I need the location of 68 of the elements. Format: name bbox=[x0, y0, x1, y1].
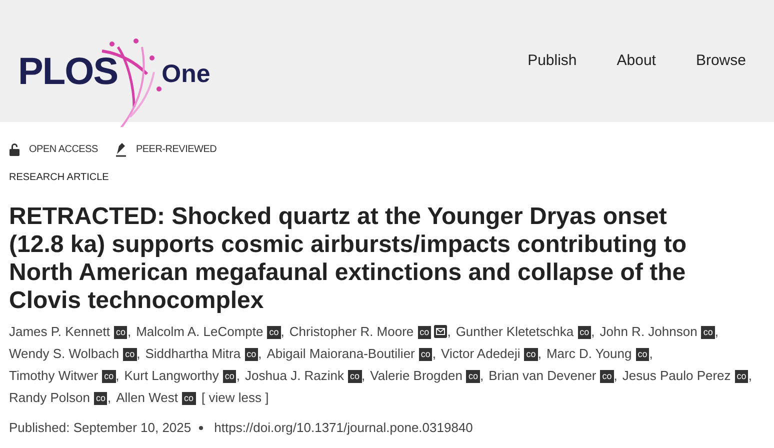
nav-link[interactable]: Publish bbox=[528, 50, 577, 72]
author-link[interactable]: Wendy S. Wolbach bbox=[9, 346, 120, 361]
doi-link[interactable]: https://doi.org/10.1371/journal.pone.0319840 bbox=[214, 418, 473, 438]
comma: , bbox=[432, 346, 436, 361]
orcid-badge[interactable]: co bbox=[114, 326, 128, 339]
published-date: Published: September 10, 2025 bbox=[9, 419, 192, 437]
orcid-badge[interactable]: co bbox=[701, 326, 715, 339]
comma: , bbox=[116, 368, 120, 383]
orcid-badge[interactable]: co bbox=[466, 370, 480, 383]
comma: , bbox=[107, 390, 112, 405]
article-title: RETRACTED: Shocked quartz at the Younger Dryas onset (12.8 ka) supports cosmic airbursts/impacts contributing to North American megafaunal extinctions and collapse of the Clovis technocomplex bbox=[9, 203, 688, 315]
orcid-badge[interactable]: co bbox=[244, 348, 258, 361]
author-link[interactable]: Victor Adedeji bbox=[441, 346, 520, 361]
comma: , bbox=[136, 346, 140, 361]
comma: , bbox=[714, 324, 718, 339]
author-link[interactable]: Christopher R. Moore bbox=[289, 324, 414, 339]
envelope-icon[interactable] bbox=[434, 325, 448, 338]
orcid-badge[interactable]: co bbox=[348, 370, 362, 383]
comma: , bbox=[362, 368, 366, 383]
view-less-link[interactable]: [ view less ] bbox=[202, 390, 269, 405]
author-link[interactable]: John R. Johnson bbox=[600, 324, 698, 339]
author-link[interactable]: Allen West bbox=[116, 390, 178, 405]
author-link[interactable]: Randy Polson bbox=[9, 390, 90, 405]
author-link[interactable]: Valerie Brogden bbox=[370, 368, 462, 383]
comma: , bbox=[649, 346, 653, 361]
orcid-badge[interactable]: co bbox=[578, 326, 592, 339]
orcid-badge[interactable]: co bbox=[94, 392, 108, 405]
access-label: OPEN ACCESS bbox=[29, 143, 98, 157]
nav-link[interactable]: About bbox=[616, 50, 656, 72]
article-type: RESEARCH ARTICLE bbox=[9, 171, 110, 185]
comma: , bbox=[447, 324, 451, 339]
comma: , bbox=[258, 346, 262, 361]
orcid-badge[interactable]: co bbox=[222, 370, 236, 383]
author-link[interactable]: Kurt Langworthy bbox=[124, 368, 219, 383]
author-link[interactable]: Joshua J. Razink bbox=[245, 368, 344, 383]
orcid-badge[interactable]: co bbox=[600, 370, 614, 383]
access-label: PEER-REVIEWED bbox=[136, 143, 217, 157]
orcid-badge[interactable]: co bbox=[734, 370, 748, 383]
orcid-badge[interactable]: co bbox=[418, 348, 432, 361]
author-link[interactable]: Gunther Kletetschka bbox=[456, 324, 574, 339]
orcid-badge[interactable]: co bbox=[636, 348, 650, 361]
logo-brand[interactable]: PLOS bbox=[18, 52, 118, 90]
comma: , bbox=[591, 324, 595, 339]
orcid-badge[interactable]: co bbox=[418, 326, 432, 339]
comma: , bbox=[280, 324, 284, 339]
author-link[interactable]: Timothy Witwer bbox=[9, 368, 98, 383]
comma: , bbox=[614, 368, 618, 383]
author-link[interactable]: James P. Kennett bbox=[9, 324, 110, 339]
pen-icon bbox=[114, 142, 127, 157]
orcid-badge[interactable]: co bbox=[102, 370, 116, 383]
comma: , bbox=[127, 324, 132, 339]
author-link[interactable]: Abigail Maiorana-Boutilier bbox=[266, 346, 415, 361]
unlocked-padlock-icon bbox=[9, 143, 20, 156]
orcid-badge[interactable]: co bbox=[524, 348, 538, 361]
author-link[interactable]: Malcolm A. LeCompte bbox=[136, 324, 264, 339]
comma: , bbox=[236, 368, 240, 383]
orcid-badge[interactable]: co bbox=[267, 326, 281, 339]
orcid-badge[interactable]: co bbox=[123, 348, 137, 361]
comma: , bbox=[748, 368, 752, 383]
logo-journal[interactable]: One bbox=[162, 62, 210, 86]
author-link[interactable]: Marc D. Young bbox=[546, 346, 632, 361]
comma: , bbox=[538, 346, 542, 361]
orcid-badge[interactable]: co bbox=[182, 392, 196, 405]
author-link[interactable]: Brian van Devener bbox=[488, 368, 596, 383]
author-link[interactable]: Siddhartha Mitra bbox=[145, 346, 241, 361]
nav-link[interactable]: Browse bbox=[696, 50, 746, 72]
author-link[interactable]: Jesus Paulo Perez bbox=[622, 368, 731, 383]
comma: , bbox=[480, 368, 484, 383]
